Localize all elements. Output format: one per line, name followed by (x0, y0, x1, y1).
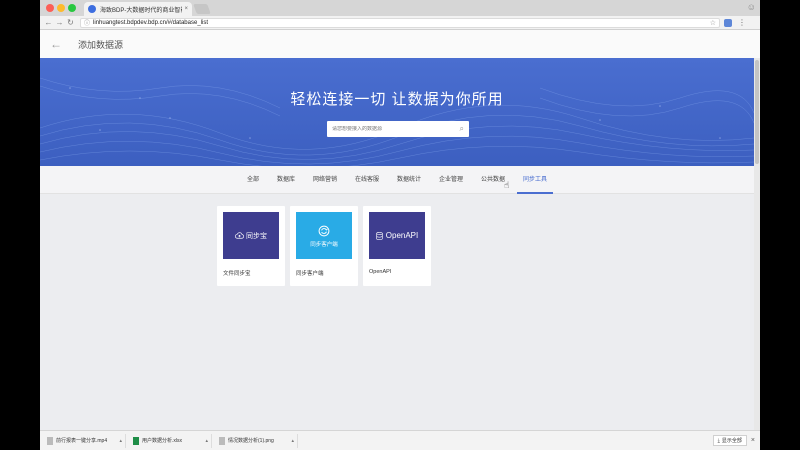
card-label: 文件同步宝 (223, 271, 251, 277)
database-icon (376, 231, 383, 240)
browser-toolbar: ← → ↻ ⓘ linhuangtest.bdpdev.bdp.cn/#/dat… (40, 16, 760, 30)
search-icon[interactable]: ⌕ (460, 124, 464, 134)
image-file-icon (219, 436, 225, 445)
tab-strip: 海致BDP-大数据时代的商业智能 × ☺ (40, 0, 760, 16)
wave-mesh-decoration (40, 77, 754, 166)
page-back-arrow-icon[interactable]: ← (50, 37, 62, 51)
download-item[interactable]: 情况数据分析(1).png ▴ (216, 433, 298, 448)
download-bar: 前行报表一键分享.mp4 ▴ 用户数据分析.xlsx ▴ 情况数据分析(1).p… (40, 430, 760, 450)
card-sync-client[interactable]: 同步客户端 同步客户端 (290, 206, 358, 286)
reload-icon[interactable]: ↻ (65, 18, 76, 27)
address-url: linhuangtest.bdpdev.bdp.cn/#/database_li… (93, 19, 208, 26)
mouse-pointer-icon: ☝ (504, 180, 510, 190)
card-label: OpenAPI (369, 269, 392, 275)
tab-data-statistics[interactable]: 数据统计 (397, 166, 421, 194)
download-icon: ⤓ (717, 437, 720, 444)
datasource-search-box: ⌕ (327, 121, 469, 137)
extension-icon[interactable] (724, 18, 732, 27)
download-item[interactable]: 用户数据分析.xlsx ▴ (130, 433, 212, 448)
hero-banner: 轻松连接一切 让数据为你所用 ⌕ (40, 58, 754, 166)
back-icon[interactable]: ← (43, 18, 54, 27)
bookmark-star-icon[interactable]: ☆ (710, 19, 716, 27)
datasource-card-list: 同步宝 文件同步宝 同步客户端 同步客户端 OpenAPI OpenAPI (217, 206, 436, 286)
page-scrollbar[interactable] (754, 58, 760, 430)
scrollbar-thumb[interactable] (755, 60, 759, 164)
tab-all[interactable]: 全部 (247, 166, 259, 194)
chevron-down-icon[interactable]: ▴ (205, 438, 208, 444)
tab-enterprise-management[interactable]: 企业管理 (439, 166, 463, 194)
card-thumbnail: 同步宝 (223, 212, 279, 259)
download-item[interactable]: 前行报表一键分享.mp4 ▴ (44, 433, 126, 448)
card-thumbnail-text: OpenAPI (385, 231, 419, 240)
card-openapi[interactable]: OpenAPI OpenAPI (363, 206, 431, 286)
card-thumbnail-text: 同步宝 (246, 232, 267, 240)
sync-icon (318, 225, 330, 236)
tab-online-marketing[interactable]: 网络营销 (313, 166, 337, 194)
tab-close-icon[interactable]: × (184, 6, 188, 12)
browser-window: 海致BDP-大数据时代的商业智能 × ☺ ← → ↻ ⓘ linhuangtes… (40, 0, 760, 450)
new-tab-button[interactable] (193, 4, 211, 14)
hero-headline: 轻松连接一切 让数据为你所用 (290, 91, 504, 108)
info-icon[interactable]: ⓘ (84, 18, 90, 27)
spreadsheet-file-icon (133, 436, 139, 445)
tab-public-data[interactable]: 公共数据 (481, 166, 505, 194)
tab-sync-tools[interactable]: 同步工具 (517, 166, 554, 194)
card-thumbnail-text: 同步客户端 (310, 241, 338, 248)
minimize-window-icon[interactable] (57, 4, 65, 12)
card-thumbnail: 同步客户端 (296, 212, 352, 259)
datasource-search-input[interactable] (332, 126, 460, 132)
site-favicon-icon (88, 5, 96, 13)
browser-menu-icon[interactable]: ⋮ (738, 18, 746, 27)
video-file-icon (47, 436, 53, 445)
download-filename: 前行报表一键分享.mp4 (56, 438, 108, 444)
download-filename: 用户数据分析.xlsx (142, 438, 183, 444)
tab-database[interactable]: 数据库 (277, 166, 295, 194)
address-bar[interactable]: ⓘ linhuangtest.bdpdev.bdp.cn/#/database_… (80, 17, 720, 28)
tab-title: 海致BDP-大数据时代的商业智能 (100, 7, 183, 14)
card-thumbnail: OpenAPI (369, 212, 425, 259)
cloud-upload-icon (235, 232, 244, 239)
maximize-window-icon[interactable] (68, 4, 76, 12)
show-all-downloads-button[interactable]: ⤓ 显示全部 (712, 435, 747, 446)
close-download-bar-icon[interactable]: × (751, 437, 755, 444)
card-file-sync[interactable]: 同步宝 文件同步宝 (217, 206, 285, 286)
page-title: 添加数据源 (78, 39, 124, 50)
close-window-icon[interactable] (46, 4, 54, 12)
category-tabs: 全部 数据库 网络营销 在线客服 数据统计 企业管理 公共数据 同步工具 (40, 166, 754, 194)
tab-online-service[interactable]: 在线客服 (355, 166, 379, 194)
chevron-down-icon[interactable]: ▴ (291, 438, 294, 444)
browser-tab[interactable]: 海致BDP-大数据时代的商业智能 × (84, 2, 192, 16)
profile-icon[interactable]: ☺ (747, 2, 756, 12)
chevron-down-icon[interactable]: ▴ (119, 438, 122, 444)
card-label: 同步客户端 (296, 271, 324, 277)
download-filename: 情况数据分析(1).png (228, 438, 274, 444)
forward-icon[interactable]: → (54, 18, 65, 27)
page-header: ← 添加数据源 (40, 30, 760, 58)
show-all-label: 显示全部 (721, 438, 742, 444)
